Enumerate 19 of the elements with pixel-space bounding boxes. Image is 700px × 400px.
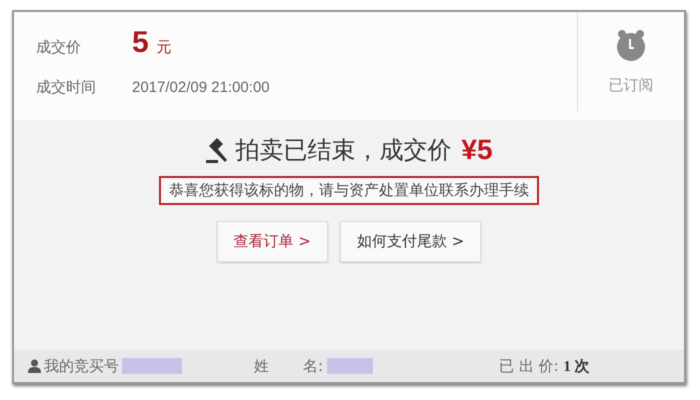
alarm-clock-icon[interactable] (615, 28, 647, 62)
subscribed-label: 已订阅 (608, 76, 654, 95)
redacted-value (327, 358, 374, 374)
price-unit: 元 (156, 38, 172, 57)
deal-time: 2017/02/09 21:00:00 (132, 79, 270, 96)
view-order-button[interactable]: 查看订单 > (216, 221, 328, 262)
user-icon (28, 359, 41, 373)
bid-number-label: 我的竞买号 (44, 356, 119, 376)
name-label: 名: (303, 356, 324, 376)
price-value: 5 (132, 26, 149, 60)
name-label: 姓 (254, 356, 269, 376)
time-label: 成交时间 (36, 78, 97, 97)
bid-count: 已 出 价: 1 次 (499, 356, 590, 376)
congratulation-notice: 恭喜您获得该标的物，请与资产处置单位联系办理手续 (159, 176, 539, 205)
auction-ended-title: 拍卖已结束，成交价 (235, 135, 452, 166)
redacted-value (122, 358, 182, 374)
payment-help-button[interactable]: 如何支付尾款 > (340, 221, 482, 262)
final-price: ¥5 (461, 134, 493, 166)
price-label: 成交价 (36, 38, 82, 57)
